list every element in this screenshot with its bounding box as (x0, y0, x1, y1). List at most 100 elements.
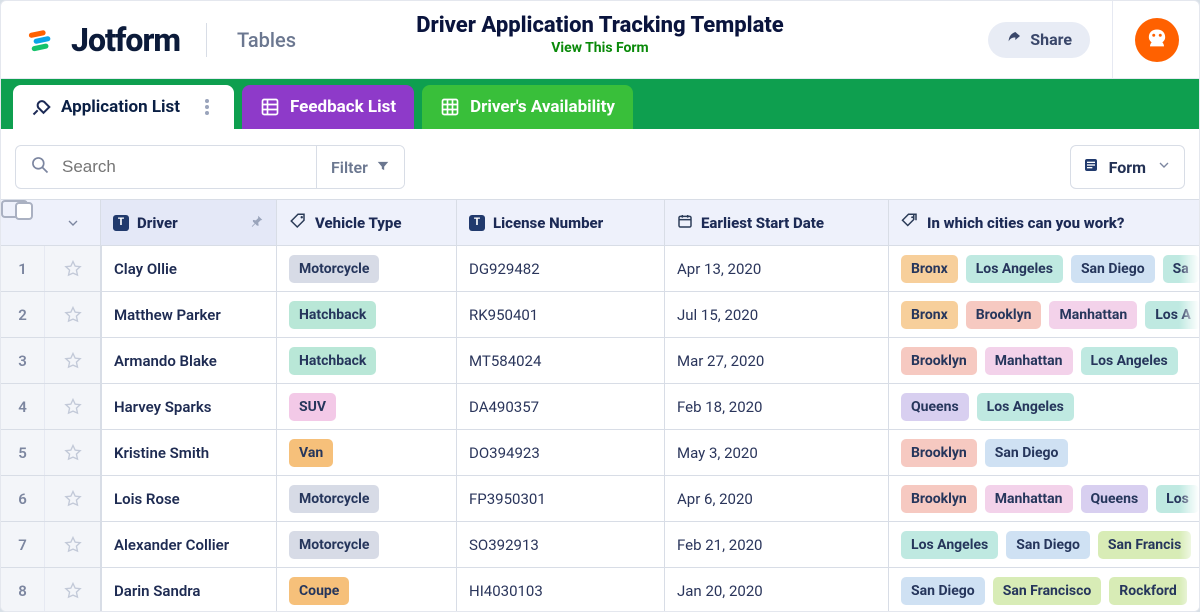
chip[interactable]: Brooklyn (901, 439, 977, 467)
cell-driver[interactable]: Darin Sandra (101, 568, 277, 612)
table-row[interactable]: 3Armando BlakeHatchbackMT584024Mar 27, 2… (1, 338, 1199, 384)
tab-availability[interactable]: Driver's Availability (422, 85, 633, 129)
cell-driver[interactable]: Clay Ollie (101, 246, 277, 291)
cell-license[interactable]: DG929482 (457, 246, 665, 291)
row-star[interactable] (45, 246, 101, 291)
chip[interactable]: Brooklyn (901, 347, 977, 375)
avatar[interactable] (1135, 18, 1179, 62)
search-input[interactable] (60, 156, 302, 178)
table-row[interactable]: 5Kristine SmithVanDO394923May 3, 2020Bro… (1, 430, 1199, 476)
chip[interactable]: San Diego (1006, 531, 1090, 559)
cell-start[interactable]: Jan 20, 2020 (665, 568, 889, 612)
chip[interactable]: San Francisco (993, 577, 1102, 605)
cell-vehicle[interactable]: Hatchback (277, 292, 457, 337)
filter-button[interactable]: Filter (316, 146, 404, 188)
cell-cities[interactable]: Brooklyn Manhattan QueensLos (889, 476, 1199, 521)
row-star[interactable] (45, 292, 101, 337)
chip[interactable]: Los Angeles (1081, 347, 1178, 375)
chip[interactable]: Hatchback (289, 347, 376, 375)
chip[interactable]: Queens (1081, 485, 1149, 513)
cell-license[interactable]: DA490357 (457, 384, 665, 429)
cell-cities[interactable]: Brooklyn Manhattan Los Angeles (889, 338, 1199, 383)
col-select-all[interactable] (1, 200, 28, 218)
chip[interactable]: Manhattan (985, 485, 1073, 513)
chip[interactable]: Manhattan (985, 347, 1073, 375)
cell-cities[interactable]: San Diego San FranciscoRockford (889, 568, 1199, 612)
table-row[interactable]: 1Clay OllieMotorcycleDG929482Apr 13, 202… (1, 246, 1199, 292)
col-expand[interactable] (45, 200, 101, 245)
chip[interactable]: Motorcycle (289, 485, 379, 513)
chip[interactable]: Bronx (901, 255, 958, 283)
cell-driver[interactable]: Alexander Collier (101, 522, 277, 567)
cell-driver[interactable]: Matthew Parker (101, 292, 277, 337)
col-cities[interactable]: In which cities can you work? (889, 200, 1199, 245)
tab-application-list[interactable]: Application List (13, 85, 234, 129)
row-star[interactable] (45, 476, 101, 521)
cell-start[interactable]: Apr 6, 2020 (665, 476, 889, 521)
chip[interactable]: San Diego (1071, 255, 1155, 283)
table-row[interactable]: 2Matthew ParkerHatchbackRK950401Jul 15, … (1, 292, 1199, 338)
table-row[interactable]: 8Darin SandraCoupeHI4030103Jan 20, 2020S… (1, 568, 1199, 612)
cell-vehicle[interactable]: Motorcycle (277, 522, 457, 567)
chip[interactable]: San Diego (901, 577, 985, 605)
cell-driver[interactable]: Kristine Smith (101, 430, 277, 475)
cell-start[interactable]: Apr 13, 2020 (665, 246, 889, 291)
cell-vehicle[interactable]: Coupe (277, 568, 457, 612)
cell-license[interactable]: MT584024 (457, 338, 665, 383)
chip[interactable]: Sa (1163, 255, 1199, 283)
cell-vehicle[interactable]: SUV (277, 384, 457, 429)
chip[interactable]: Los Angeles (901, 531, 998, 559)
cell-vehicle[interactable]: Hatchback (277, 338, 457, 383)
chip[interactable]: Motorcycle (289, 255, 379, 283)
chip[interactable]: Queens (901, 393, 969, 421)
chip[interactable]: SUV (289, 393, 336, 421)
cell-start[interactable]: Feb 21, 2020 (665, 522, 889, 567)
col-license[interactable]: T License Number (457, 200, 665, 245)
table-row[interactable]: 4Harvey SparksSUVDA490357Feb 18, 2020Que… (1, 384, 1199, 430)
cell-vehicle[interactable]: Motorcycle (277, 476, 457, 521)
chip[interactable]: San Francis (1098, 531, 1191, 559)
cell-driver[interactable]: Harvey Sparks (101, 384, 277, 429)
col-vehicle[interactable]: Vehicle Type (277, 200, 457, 245)
cell-license[interactable]: FP3950301 (457, 476, 665, 521)
chip[interactable]: Hatchback (289, 301, 376, 329)
chip[interactable]: Los Angeles (977, 393, 1074, 421)
chip[interactable]: Los A (1145, 301, 1199, 329)
tab-menu-button[interactable] (198, 95, 216, 119)
cell-license[interactable]: DO394923 (457, 430, 665, 475)
cell-license[interactable]: RK950401 (457, 292, 665, 337)
row-star[interactable] (45, 430, 101, 475)
chip[interactable]: Rockford (1109, 577, 1186, 605)
chip[interactable]: San Diego (985, 439, 1069, 467)
chip[interactable]: Brooklyn (966, 301, 1042, 329)
cell-license[interactable]: HI4030103 (457, 568, 665, 612)
cell-cities[interactable]: BronxLos AngelesSan DiegoSa (889, 246, 1199, 291)
cell-cities[interactable]: BronxBrooklynManhattanLos A (889, 292, 1199, 337)
share-button[interactable]: Share (988, 22, 1090, 58)
chip[interactable]: Brooklyn (901, 485, 977, 513)
table-row[interactable]: 6Lois RoseMotorcycleFP3950301Apr 6, 2020… (1, 476, 1199, 522)
cell-start[interactable]: Feb 18, 2020 (665, 384, 889, 429)
cell-vehicle[interactable]: Motorcycle (277, 246, 457, 291)
chip[interactable]: Van (289, 439, 333, 467)
cell-cities[interactable]: Queens Los Angeles (889, 384, 1199, 429)
cell-start[interactable]: May 3, 2020 (665, 430, 889, 475)
col-start[interactable]: Earliest Start Date (665, 200, 889, 245)
cell-cities[interactable]: Los Angeles San Diego San Francis (889, 522, 1199, 567)
cell-vehicle[interactable]: Van (277, 430, 457, 475)
chip[interactable]: Manhattan (1049, 301, 1137, 329)
tab-feedback-list[interactable]: Feedback List (242, 85, 414, 129)
table-row[interactable]: 7Alexander CollierMotorcycleSO392913Feb … (1, 522, 1199, 568)
chip[interactable]: Coupe (289, 577, 349, 605)
cell-start[interactable]: Jul 15, 2020 (665, 292, 889, 337)
chip[interactable]: Los (1156, 485, 1199, 513)
cell-driver[interactable]: Armando Blake (101, 338, 277, 383)
cell-license[interactable]: SO392913 (457, 522, 665, 567)
view-form-link[interactable]: View This Form (416, 40, 783, 56)
row-star[interactable] (45, 568, 101, 612)
brand-section[interactable]: Tables (237, 28, 296, 52)
cell-start[interactable]: Mar 27, 2020 (665, 338, 889, 383)
cell-driver[interactable]: Lois Rose (101, 476, 277, 521)
view-switch-button[interactable]: Form (1070, 145, 1185, 189)
cell-cities[interactable]: Brooklyn San Diego (889, 430, 1199, 475)
